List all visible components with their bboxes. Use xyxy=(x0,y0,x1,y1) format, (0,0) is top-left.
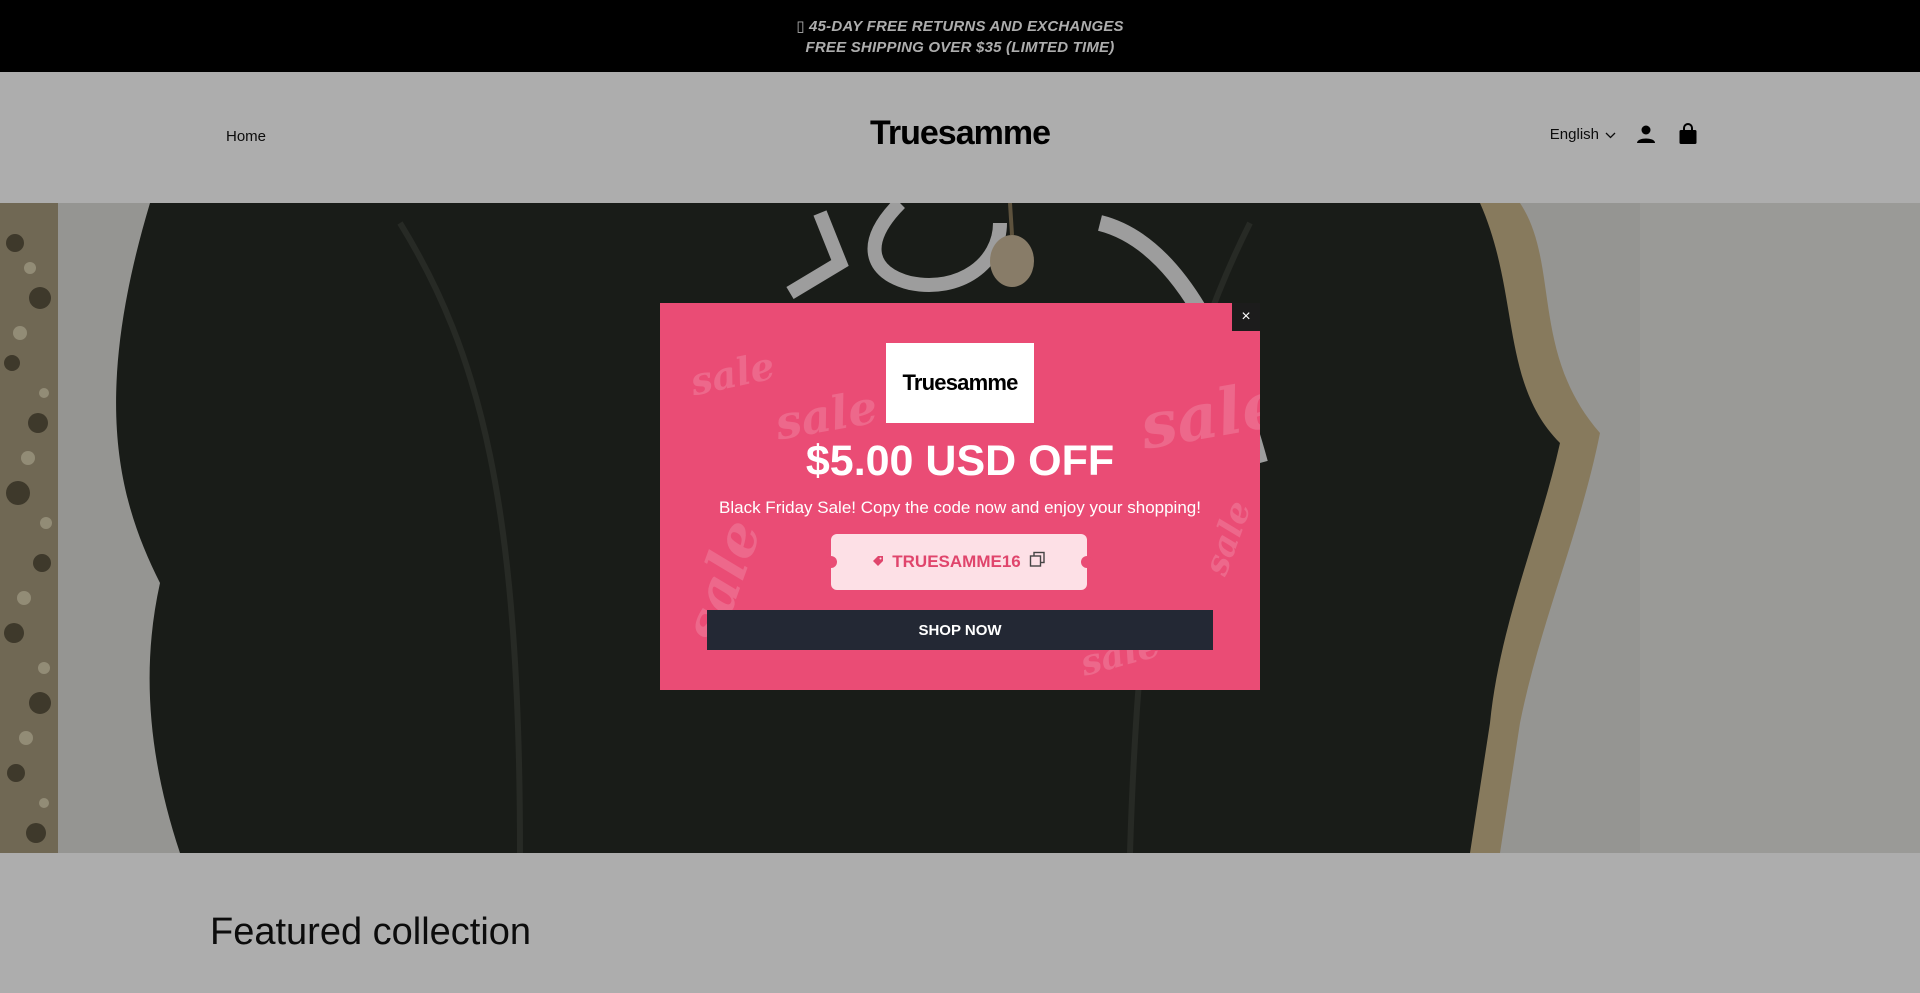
discount-subtitle: Black Friday Sale! Copy the code now and… xyxy=(719,498,1201,517)
coupon-code-button[interactable]: TRUESAMME16 xyxy=(825,534,1093,590)
coupon-code: TRUESAMME16 xyxy=(892,552,1021,571)
popup-logo: Truesamme xyxy=(886,343,1034,423)
shop-now-button[interactable]: SHOP NOW xyxy=(707,610,1213,650)
tag-icon xyxy=(872,552,884,572)
copy-icon[interactable] xyxy=(1029,551,1046,573)
sale-decoration: sale xyxy=(686,342,779,405)
close-icon[interactable]: × xyxy=(1232,303,1260,331)
discount-title: $5.00 USD OFF xyxy=(805,437,1115,485)
discount-popup: sale sale sale sale sale sale Truesamme … xyxy=(660,303,1260,690)
